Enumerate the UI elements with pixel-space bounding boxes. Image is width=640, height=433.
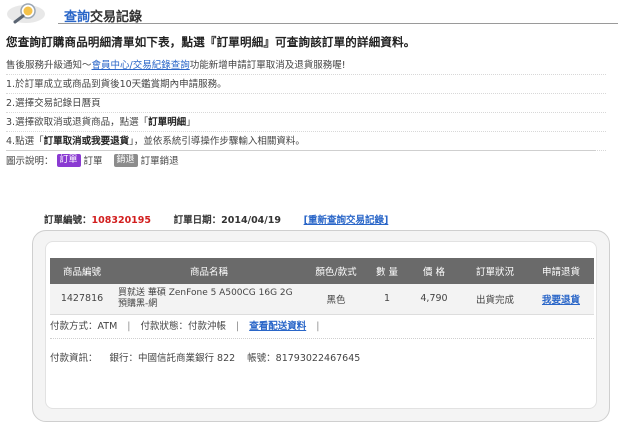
- table-row: 1427816 買就送 華碩 ZenFone 5 A500CG 16G 2G 預…: [50, 284, 594, 315]
- instruction-step-1: 1.於訂單成立或商品到貨後10天鑑賞期內申請服務。: [6, 75, 606, 94]
- header-divider: [58, 23, 618, 24]
- notice-text: 售後服務升級通知～: [6, 60, 92, 71]
- order-date-label: 訂單日期：: [173, 215, 222, 226]
- col-product-id: 商品編號: [50, 258, 114, 284]
- legend-return-label: 訂單銷退: [140, 156, 179, 167]
- order-items-table: 商品編號 商品名稱 顏色/款式 數 量 價 格 訂單狀況 申請退貨 142781…: [50, 258, 594, 315]
- col-qty: 數 量: [368, 258, 406, 284]
- legend-prefix: 圖示說明：: [6, 156, 54, 167]
- instruction-list: 售後服務升級通知～會員中心/交易紀錄查詢功能新增申請訂單取消及退貨服務喔! 1.…: [6, 56, 606, 151]
- col-return: 申請退貨: [528, 258, 594, 284]
- notice-text-tail: 功能新增申請訂單取消及退貨服務喔!: [189, 60, 346, 71]
- intro-text: 您查詢訂購商品明細清單如下表，點選『訂單明細』可查詢該訂單的詳細資料。: [6, 35, 416, 49]
- step-3-close: 」: [186, 117, 196, 128]
- bank-name: 銀行：中國信託商業銀行 822: [109, 353, 236, 364]
- account-number: 帳號：81793022467645: [247, 353, 361, 364]
- instruction-step-3: 3.選擇欲取消或退貨商品，點選「訂單明細」: [6, 113, 606, 132]
- order-summary: 訂單編號：108320195 訂單日期：2014/04/19 [重新查詢交易記錄…: [44, 212, 388, 226]
- order-number: 108320195: [91, 215, 152, 226]
- col-product-name: 商品名稱: [114, 258, 304, 284]
- step-4-bold: 訂單取消或我要退貨: [43, 136, 130, 147]
- view-delivery-link[interactable]: 查看配送資料: [249, 321, 306, 332]
- col-status: 訂單狀況: [462, 258, 528, 284]
- col-price: 價 格: [406, 258, 462, 284]
- requery-link[interactable]: [重新查詢交易記錄]: [304, 215, 389, 226]
- payment-info-label: 付款資訊：: [50, 353, 98, 364]
- order-date: 2014/04/19: [221, 215, 281, 226]
- icon-legend: 圖示說明： 訂單 訂單 銷退 訂單銷退: [6, 152, 179, 168]
- instruction-divider: [6, 150, 596, 151]
- separator: |: [316, 321, 320, 332]
- col-color: 顏色/款式: [304, 258, 368, 284]
- instruction-step-4: 4.點選「訂單取消或我要退貨」，並依系統引導操作步驟輸入相關資料。: [6, 132, 606, 151]
- magnifier-logo-icon: [7, 3, 45, 24]
- payment-info: 付款資訊： 銀行：中國信託商業銀行 822 帳號：81793022467645: [50, 350, 360, 364]
- payment-method: 付款方式：ATM: [50, 321, 118, 332]
- step-3-text: 3.選擇欲取消或退貨商品，點選「: [6, 117, 149, 128]
- order-status: 出貨完成: [462, 284, 528, 315]
- order-number-label: 訂單編號：: [44, 215, 92, 226]
- step-3-bold: 訂單明細: [148, 117, 187, 128]
- order-badge-icon: 訂單: [56, 153, 81, 167]
- instruction-step-2: 2.選擇交易記錄日曆頁: [6, 94, 606, 113]
- order-card: 商品編號 商品名稱 顏色/款式 數 量 價 格 訂單狀況 申請退貨 142781…: [32, 230, 610, 422]
- payment-summary: 付款方式：ATM | 付款狀態：付款沖帳 | 查看配送資料 |: [50, 316, 594, 339]
- request-return-link[interactable]: 我要退貨: [528, 284, 594, 315]
- separator: |: [235, 321, 240, 332]
- page-header: 查詢交易記錄: [6, 2, 618, 25]
- product-name-line2: 預購黑-網: [118, 298, 158, 309]
- product-name-line1: 買就送 華碩 ZenFone 5 A500CG 16G 2G: [118, 287, 293, 298]
- step-4-tail: 」，並依系統引導操作步驟輸入相關資料。: [129, 136, 305, 147]
- step-4-text: 4.點選「: [6, 136, 44, 147]
- member-center-link[interactable]: 會員中心/交易紀錄查詢: [92, 60, 190, 71]
- product-qty: 1: [368, 284, 406, 315]
- table-header-row: 商品編號 商品名稱 顏色/款式 數 量 價 格 訂單狀況 申請退貨: [50, 258, 594, 284]
- legend-order-label: 訂單: [83, 156, 103, 167]
- product-color: 黑色: [304, 284, 368, 315]
- return-badge-icon: 銷退: [113, 153, 138, 167]
- product-id: 1427816: [50, 284, 114, 315]
- order-detail-panel: 商品編號 商品名稱 顏色/款式 數 量 價 格 訂單狀況 申請退貨 142781…: [45, 241, 597, 409]
- product-name: 買就送 華碩 ZenFone 5 A500CG 16G 2G 預購黑-網: [114, 284, 304, 315]
- separator: |: [127, 321, 131, 332]
- product-price: 4,790: [406, 284, 462, 315]
- payment-status: 付款狀態：付款沖帳: [140, 321, 226, 332]
- instruction-notice: 售後服務升級通知～會員中心/交易紀錄查詢功能新增申請訂單取消及退貨服務喔!: [6, 56, 606, 75]
